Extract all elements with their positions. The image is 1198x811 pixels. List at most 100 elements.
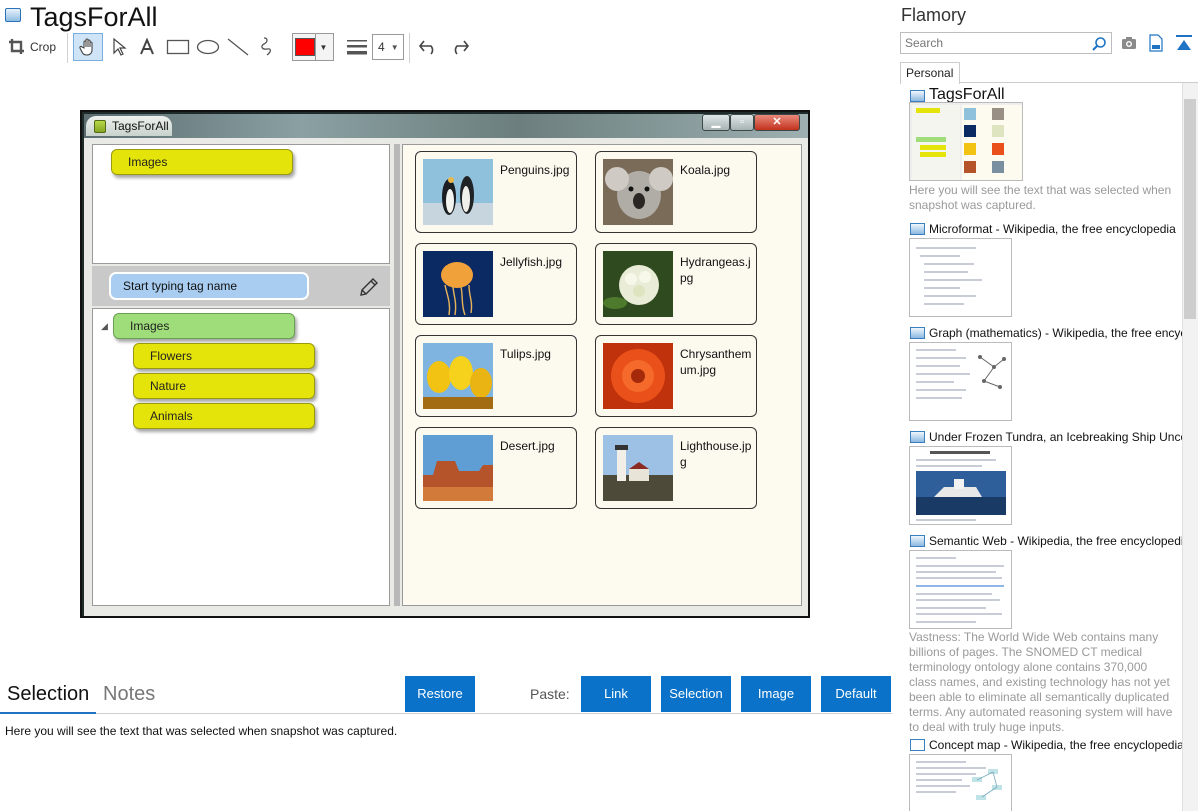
tree-node-animals: Animals [133,403,315,429]
snapshot-list: TagsForAll Here you will see the text th… [900,83,1182,811]
image-card: Koala.jpg [595,151,757,233]
tree-node-nature: Nature [133,373,315,399]
line-width-icon [344,33,370,61]
redo-button[interactable] [446,33,472,61]
close-icon: ✕ [772,116,782,128]
list-item-description: Vastness: The World Wide Web contains ma… [909,630,1173,734]
tree-node-flowers: Flowers [133,343,315,369]
chrysanthemum-thumbnail [603,343,673,409]
paste-label: Paste: [530,686,570,702]
snapshot-icon [910,223,925,235]
list-item-thumbnail[interactable] [909,102,1023,181]
active-tab-indicator [0,712,96,714]
search-icon[interactable] [1091,36,1107,52]
koala-thumbnail [603,159,673,225]
tab-selection[interactable]: Selection [7,683,89,706]
crop-button[interactable]: Crop [5,33,59,61]
list-item-title[interactable]: Under Frozen Tundra, an Icebreaking Ship… [929,430,1182,444]
close-button: ✕ [754,114,800,131]
freehand-tool-button[interactable] [254,33,282,61]
hand-tool-button[interactable] [73,33,103,61]
snapshot-icon [910,431,925,443]
image-name: Lighthouse.jpg [680,439,752,469]
tree-node-images: Images [113,313,295,339]
pointer-tool-button[interactable] [106,33,132,61]
jellyfish-thumbnail [423,251,493,317]
scrollbar-thumb[interactable] [1184,99,1196,319]
redo-icon [454,40,470,55]
list-item-title[interactable]: Graph (mathematics) - Wikipedia, the fre… [929,326,1182,340]
list-item-thumbnail[interactable] [909,342,1012,421]
crop-icon [8,39,24,54]
line-width-value: 4 [378,40,385,54]
tagsforall-icon [94,120,106,133]
line-width-select[interactable]: 4 ▼ [372,34,404,60]
minimize-icon: ▁ [711,116,721,128]
list-item-thumbnail[interactable] [909,446,1012,525]
ellipse-tool-button[interactable] [194,33,222,61]
paste-link-button[interactable]: Link [581,676,651,712]
expand-triangle-icon: ◢ [101,321,108,331]
document-icon[interactable] [1149,34,1163,52]
dock-top-icon[interactable] [1175,34,1193,52]
maximize-button: ▫ [730,114,754,131]
list-item-thumbnail[interactable] [909,550,1012,629]
snapshot-icon [910,535,925,547]
freehand-icon [261,37,272,56]
paste-selection-button[interactable]: Selection [661,676,731,712]
restore-button[interactable]: Restore [405,676,475,712]
image-name: Tulips.jpg [500,347,551,361]
crop-label: Crop [29,40,56,54]
window-body: Images Start typing tag name ◢ Images Fl… [84,138,808,616]
ellipse-icon [196,39,220,55]
hydrangeas-thumbnail [603,251,673,317]
app-title: TagsForAll [30,2,158,32]
list-item-title[interactable]: Concept map - Wikipedia, the free encycl… [929,738,1182,752]
image-card: Chrysanthemum.jpg [595,335,757,417]
image-name: Chrysanthemum.jpg [680,347,752,377]
list-item-title[interactable]: Microformat - Wikipedia, the free encycl… [929,222,1182,236]
undo-button[interactable] [416,33,442,61]
camera-icon[interactable] [1121,36,1137,50]
window-titlebar [84,114,808,138]
image-name: Penguins.jpg [500,163,570,177]
color-swatch [295,38,315,56]
window-title: TagsForAll [112,119,169,133]
penguins-thumbnail [423,159,493,225]
tab-personal[interactable]: Personal [900,62,960,84]
maximize-icon: ▫ [740,116,744,128]
snapshot-icon [910,327,925,339]
tab-notes[interactable]: Notes [103,683,155,706]
chevron-down-icon: ▼ [315,34,331,60]
line-tool-button[interactable] [224,33,252,61]
tag-tree-pane: ◢ Images Flowers Nature Animals [92,308,390,606]
snapshot-image[interactable]: TagsForAll ▁ ▫ ✕ Images Start typing tag… [80,110,810,618]
list-item-thumbnail[interactable] [909,754,1012,811]
rectangle-icon [166,39,190,55]
list-item-description: Here you will see the text that was sele… [909,183,1172,212]
snapshot-icon [910,739,925,751]
image-card: Hydrangeas.jpg [595,243,757,325]
image-gallery: Penguins.jpg Koala.jpg Jellyfish.jpg Hyd… [402,144,802,606]
color-picker[interactable]: ▼ [292,33,334,61]
paste-default-button[interactable]: Default [821,676,891,712]
search-input[interactable] [900,32,1112,54]
selection-text[interactable]: Here you will see the text that was sele… [5,724,397,738]
list-item-title[interactable]: Semantic Web - Wikipedia, the free encyc… [929,534,1182,548]
paste-image-button[interactable]: Image [741,676,811,712]
tulips-thumbnail [423,343,493,409]
sidebar-title: Flamory [901,5,967,25]
text-tool-button[interactable] [134,33,160,61]
rectangle-tool-button[interactable] [164,33,192,61]
lighthouse-thumbnail [603,435,673,501]
selected-tags-pane: Images [92,144,390,264]
hand-icon [79,38,93,56]
list-item-thumbnail[interactable] [909,238,1012,317]
drawing-toolbar: Crop ▼ 4 ▼ [0,33,480,63]
text-icon [140,38,154,55]
image-name: Koala.jpg [680,163,731,177]
arrow-pointer-icon [113,37,127,56]
tabs-divider [0,713,892,714]
image-name: Hydrangeas.jpg [680,255,751,285]
tag-chip-images: Images [111,149,293,175]
